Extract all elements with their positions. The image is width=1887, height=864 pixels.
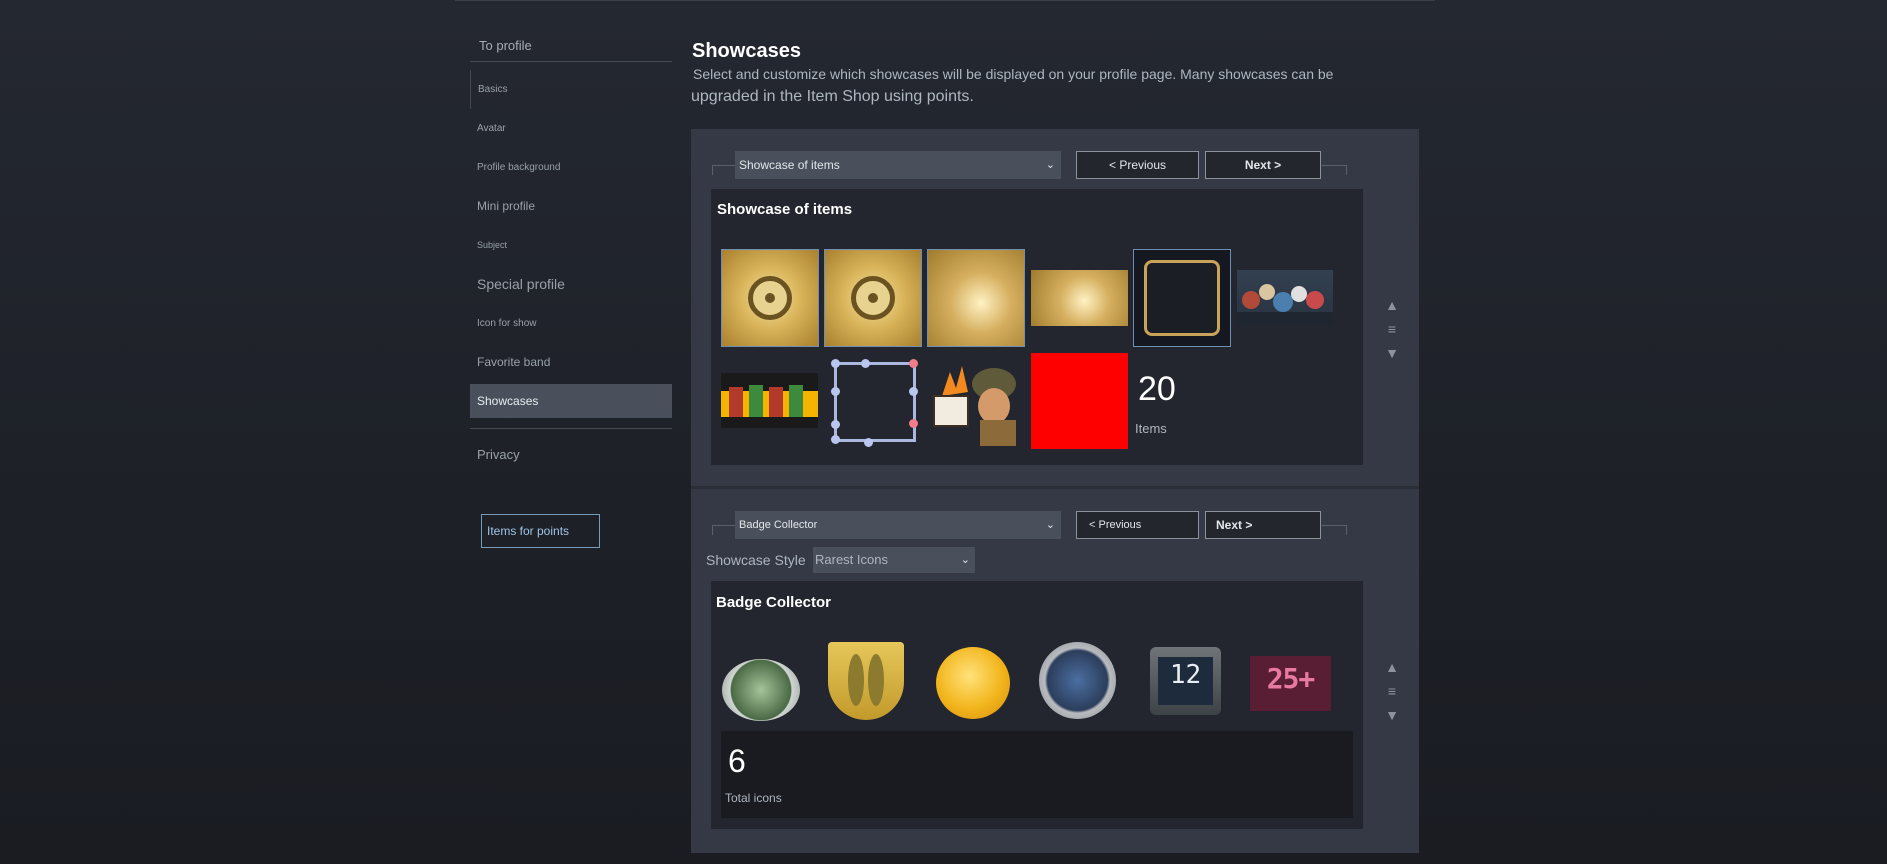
frame-corner	[712, 525, 713, 535]
showcase-style-value: Rarest Icons	[815, 552, 888, 567]
item-selection-frame[interactable]	[834, 362, 916, 442]
total-icons-count: 6	[728, 743, 746, 779]
resize-handle[interactable]	[831, 435, 840, 444]
chevron-down-icon: ⌄	[960, 554, 970, 566]
next-showcase-button[interactable]: Next >	[1205, 151, 1321, 179]
drag-handle-icon[interactable]: ≡	[1383, 679, 1401, 703]
soldier-fire-icon	[933, 366, 1016, 446]
band-figures-icon	[721, 385, 818, 428]
sidebar-divider	[470, 428, 672, 429]
badge-level-12-icon[interactable]: 12	[1150, 647, 1221, 715]
chevron-down-icon: ⌄	[1045, 159, 1055, 171]
resize-handle[interactable]	[909, 359, 918, 368]
item-red-square[interactable]	[1031, 353, 1128, 449]
sidebar-item-privacy[interactable]: Privacy	[470, 435, 672, 474]
showcase-type-value: Badge Collector	[739, 519, 818, 531]
sidebar-to-profile[interactable]: To profile	[470, 30, 672, 62]
resize-handle[interactable]	[909, 387, 918, 396]
badge-laurel-icon[interactable]	[722, 659, 800, 721]
frame-corner	[1346, 525, 1347, 535]
badge-shield-icon[interactable]	[828, 642, 904, 720]
top-divider	[455, 0, 1435, 1]
sidebar-item-subject[interactable]: Subject	[470, 226, 672, 265]
sidebar-item-basics[interactable]: Basics	[470, 70, 672, 109]
move-up-icon[interactable]: ▲	[1383, 293, 1401, 317]
total-icons-label: Total icons	[725, 791, 782, 805]
item-film-reel-2[interactable]	[824, 249, 922, 347]
resize-handle[interactable]	[909, 419, 918, 428]
sidebar-item-showcases[interactable]: Showcases	[470, 384, 672, 418]
resize-handle[interactable]	[861, 359, 870, 368]
badge-gold-coin-icon[interactable]	[936, 647, 1010, 719]
previous-showcase-button[interactable]: < Previous	[1076, 511, 1199, 539]
reorder-controls: ▲ ≡ ▼	[1383, 293, 1401, 365]
showcase-style-select[interactable]: Rarest Icons ⌄	[813, 547, 975, 573]
page-title: Showcases	[692, 40, 801, 62]
item-gold-frame[interactable]	[1133, 249, 1231, 347]
frame-top-line	[1322, 165, 1346, 166]
film-reel-icon	[748, 276, 792, 320]
move-down-icon[interactable]: ▼	[1383, 341, 1401, 365]
sidebar-item-icon-for-show[interactable]: Icon for show	[470, 304, 672, 343]
badge-number: 12	[1158, 657, 1213, 705]
resize-handle[interactable]	[831, 359, 840, 368]
frame-corner	[1346, 165, 1347, 175]
resize-handle[interactable]	[831, 420, 840, 429]
frame-corner	[712, 165, 713, 175]
film-reel-icon	[851, 276, 895, 320]
showcase-items-title: Showcase of items	[717, 201, 853, 218]
items-count: 20	[1138, 370, 1176, 408]
sidebar-item-special-profile[interactable]: Special profile	[470, 265, 672, 304]
chevron-down-icon: ⌄	[1045, 519, 1055, 531]
frame-top-line	[712, 165, 736, 166]
page-description-continued: upgraded in the Item Shop using points.	[691, 88, 974, 105]
item-soldier-art[interactable]	[928, 358, 1026, 448]
total-icons-box	[721, 731, 1353, 818]
items-count-label: Items	[1135, 421, 1167, 436]
item-character-group[interactable]	[1237, 270, 1333, 325]
characters-art-icon	[1237, 284, 1333, 325]
showcase-type-value: Showcase of items	[739, 158, 840, 172]
sidebar-item-avatar[interactable]: Avatar	[470, 109, 672, 148]
badge-collector-title: Badge Collector	[716, 594, 832, 611]
frame-top-line	[712, 525, 736, 526]
showcase-type-select[interactable]: Badge Collector ⌄	[735, 511, 1061, 539]
move-down-icon[interactable]: ▼	[1383, 703, 1401, 727]
item-band-art[interactable]	[721, 373, 818, 428]
resize-handle[interactable]	[864, 438, 873, 447]
item-golden-burst[interactable]	[927, 249, 1025, 347]
sidebar-item-mini-profile[interactable]: Mini profile	[470, 187, 672, 226]
next-showcase-button[interactable]: Next >	[1205, 511, 1321, 539]
badge-porthole-icon[interactable]	[1039, 642, 1116, 719]
item-golden-banner[interactable]	[1031, 270, 1128, 326]
previous-showcase-button[interactable]: < Previous	[1076, 151, 1199, 179]
showcase-type-select[interactable]: Showcase of items ⌄	[735, 151, 1061, 179]
badge-25-text: 25+	[1266, 662, 1316, 695]
gold-frame-icon	[1144, 260, 1220, 336]
settings-sidebar: To profile Basics Avatar Profile backgro…	[470, 30, 672, 548]
items-for-points-button[interactable]: Items for points	[481, 514, 600, 548]
badge-25-plus-icon[interactable]: 25+	[1250, 656, 1331, 711]
item-film-reel-1[interactable]	[721, 249, 819, 347]
showcase-style-label: Showcase Style	[706, 552, 806, 568]
sidebar-item-favorite-band[interactable]: Favorite band	[470, 343, 672, 382]
resize-handle[interactable]	[831, 387, 840, 396]
drag-handle-icon[interactable]: ≡	[1383, 317, 1401, 341]
move-up-icon[interactable]: ▲	[1383, 655, 1401, 679]
reorder-controls: ▲ ≡ ▼	[1383, 655, 1401, 727]
wheat-icon	[848, 654, 884, 706]
frame-top-line	[1322, 525, 1346, 526]
sidebar-item-profile-background[interactable]: Profile background	[470, 148, 672, 187]
page-description: Select and customize which showcases wil…	[693, 66, 1334, 82]
